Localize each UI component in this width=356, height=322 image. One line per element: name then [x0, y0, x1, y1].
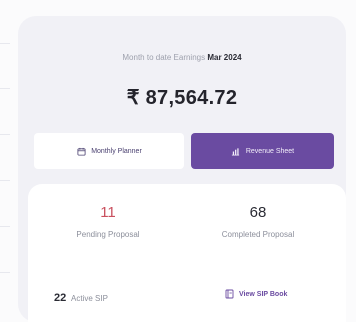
earnings-amount: ₹ 87,564.72	[126, 87, 238, 109]
completed-proposal-count: 68	[249, 204, 267, 221]
revenue-sheet-button[interactable]: Revenue Sheet	[191, 133, 334, 169]
divider	[0, 43, 10, 44]
earnings-period: Month to date Earnings Mar 2024	[18, 53, 346, 62]
pending-proposal-stat[interactable]: 11 Pending Proposal	[38, 204, 178, 239]
calendar-icon	[76, 146, 86, 156]
monthly-planner-label: Monthly Planner	[91, 147, 142, 155]
stats-panel: 11 Pending Proposal 68 Completed Proposa…	[28, 184, 346, 322]
divider	[0, 88, 10, 89]
revenue-sheet-label: Revenue Sheet	[245, 147, 295, 155]
divider	[0, 134, 10, 135]
completed-proposal-stat[interactable]: 68 Completed Proposal	[188, 204, 328, 239]
completed-proposal-label: Completed Proposal	[221, 230, 295, 239]
view-sip-book-label: View SIP Book	[239, 290, 288, 298]
earnings-card: Month to date Earnings Mar 2024 ₹ 87,564…	[18, 16, 346, 322]
divider	[0, 180, 10, 181]
pending-proposal-count: 11	[100, 204, 116, 221]
active-sip-count: 22	[54, 292, 67, 304]
earnings-month: Mar 2024	[207, 53, 242, 62]
earnings-label: Month to date Earnings	[122, 53, 206, 62]
active-sip-stat[interactable]: 22 Active SIP	[54, 292, 108, 304]
bar-chart-icon	[231, 146, 241, 156]
divider	[0, 272, 10, 273]
view-sip-book-link[interactable]: View SIP Book	[224, 289, 287, 299]
pending-proposal-label: Pending Proposal	[76, 230, 140, 239]
background-list-dividers	[0, 0, 10, 322]
book-icon	[224, 289, 234, 299]
page: Month to date Earnings Mar 2024 ₹ 87,564…	[0, 0, 356, 322]
active-sip-label: Active SIP	[71, 294, 108, 303]
monthly-planner-button[interactable]: Monthly Planner	[34, 133, 184, 169]
divider	[0, 226, 10, 227]
